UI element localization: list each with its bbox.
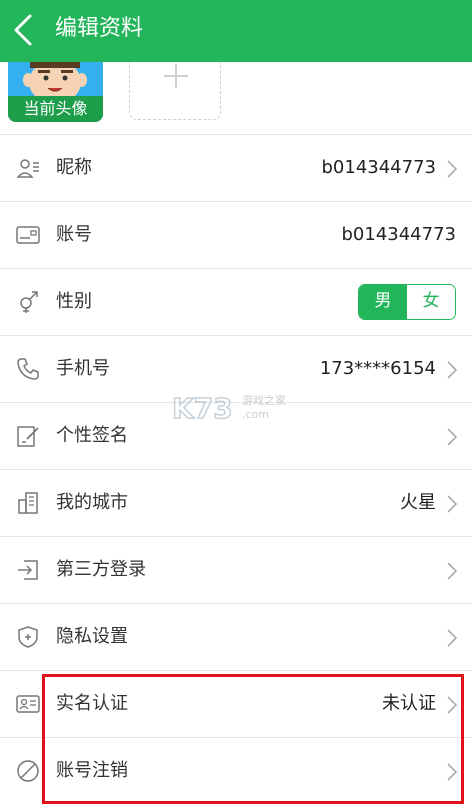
back-arrow-icon[interactable] — [10, 12, 40, 48]
row-label: 性别 — [56, 291, 92, 312]
row-value: 火星 — [400, 492, 436, 513]
chevron-right-icon — [447, 495, 458, 513]
id-card-icon — [16, 695, 40, 713]
gender-toggle: 男 女 — [358, 284, 456, 320]
row-label: 账号注销 — [56, 760, 128, 781]
gender-option-female[interactable]: 女 — [407, 285, 455, 319]
avatar-caption: 当前头像 — [8, 96, 103, 122]
row-label: 账号 — [56, 224, 92, 245]
row-label: 个性签名 — [56, 425, 128, 446]
row-value: b014344773 — [321, 157, 437, 178]
page-title: 编辑资料 — [55, 16, 144, 41]
row-label: 实名认证 — [56, 693, 128, 714]
row-gender: 性别 男 女 — [0, 268, 472, 335]
edit-signature-icon — [17, 426, 39, 447]
gender-icon — [20, 291, 38, 313]
chevron-right-icon — [447, 629, 458, 647]
row-label: 昵称 — [56, 157, 92, 178]
account-card-icon — [16, 226, 40, 244]
row-label: 手机号 — [56, 358, 110, 379]
user-card-icon — [16, 159, 39, 178]
profile-settings-list: 昵称 b014344773 账号 b014344773 性别 男 女 手机号 1… — [0, 134, 472, 804]
chevron-right-icon — [447, 428, 458, 446]
city-building-icon — [18, 492, 38, 514]
row-value: b014344773 — [341, 224, 457, 245]
gender-option-male[interactable]: 男 — [359, 285, 407, 319]
chevron-right-icon — [447, 696, 458, 714]
row-label: 第三方登录 — [56, 559, 146, 580]
chevron-right-icon — [447, 160, 458, 178]
row-account: 账号 b014344773 — [0, 201, 472, 268]
row-value: 未认证 — [382, 693, 436, 714]
app-bar: 编辑资料 — [0, 0, 472, 62]
row-account-cancellation[interactable]: 账号注销 — [0, 737, 472, 804]
chevron-right-icon — [447, 763, 458, 781]
row-third-party-login[interactable]: 第三方登录 — [0, 536, 472, 603]
row-nickname[interactable]: 昵称 b014344773 — [0, 134, 472, 201]
phone-icon — [17, 358, 39, 380]
row-real-name-verification[interactable]: 实名认证 未认证 — [0, 670, 472, 737]
row-value: 173****6154 — [319, 358, 436, 379]
row-label: 我的城市 — [56, 492, 128, 513]
row-city[interactable]: 我的城市 火星 — [0, 469, 472, 536]
row-label: 隐私设置 — [56, 626, 128, 647]
avatar[interactable]: 当前头像 — [8, 62, 103, 122]
row-phone[interactable]: 手机号 173****6154 — [0, 335, 472, 402]
privacy-shield-icon — [18, 626, 38, 648]
third-party-login-icon — [18, 560, 38, 580]
chevron-right-icon — [447, 562, 458, 580]
add-photo-button[interactable] — [129, 62, 221, 120]
row-privacy[interactable]: 隐私设置 — [0, 603, 472, 670]
cancel-circle-icon — [17, 760, 39, 782]
chevron-right-icon — [447, 361, 458, 379]
row-signature[interactable]: 个性签名 — [0, 402, 472, 469]
plus-icon — [164, 64, 188, 88]
